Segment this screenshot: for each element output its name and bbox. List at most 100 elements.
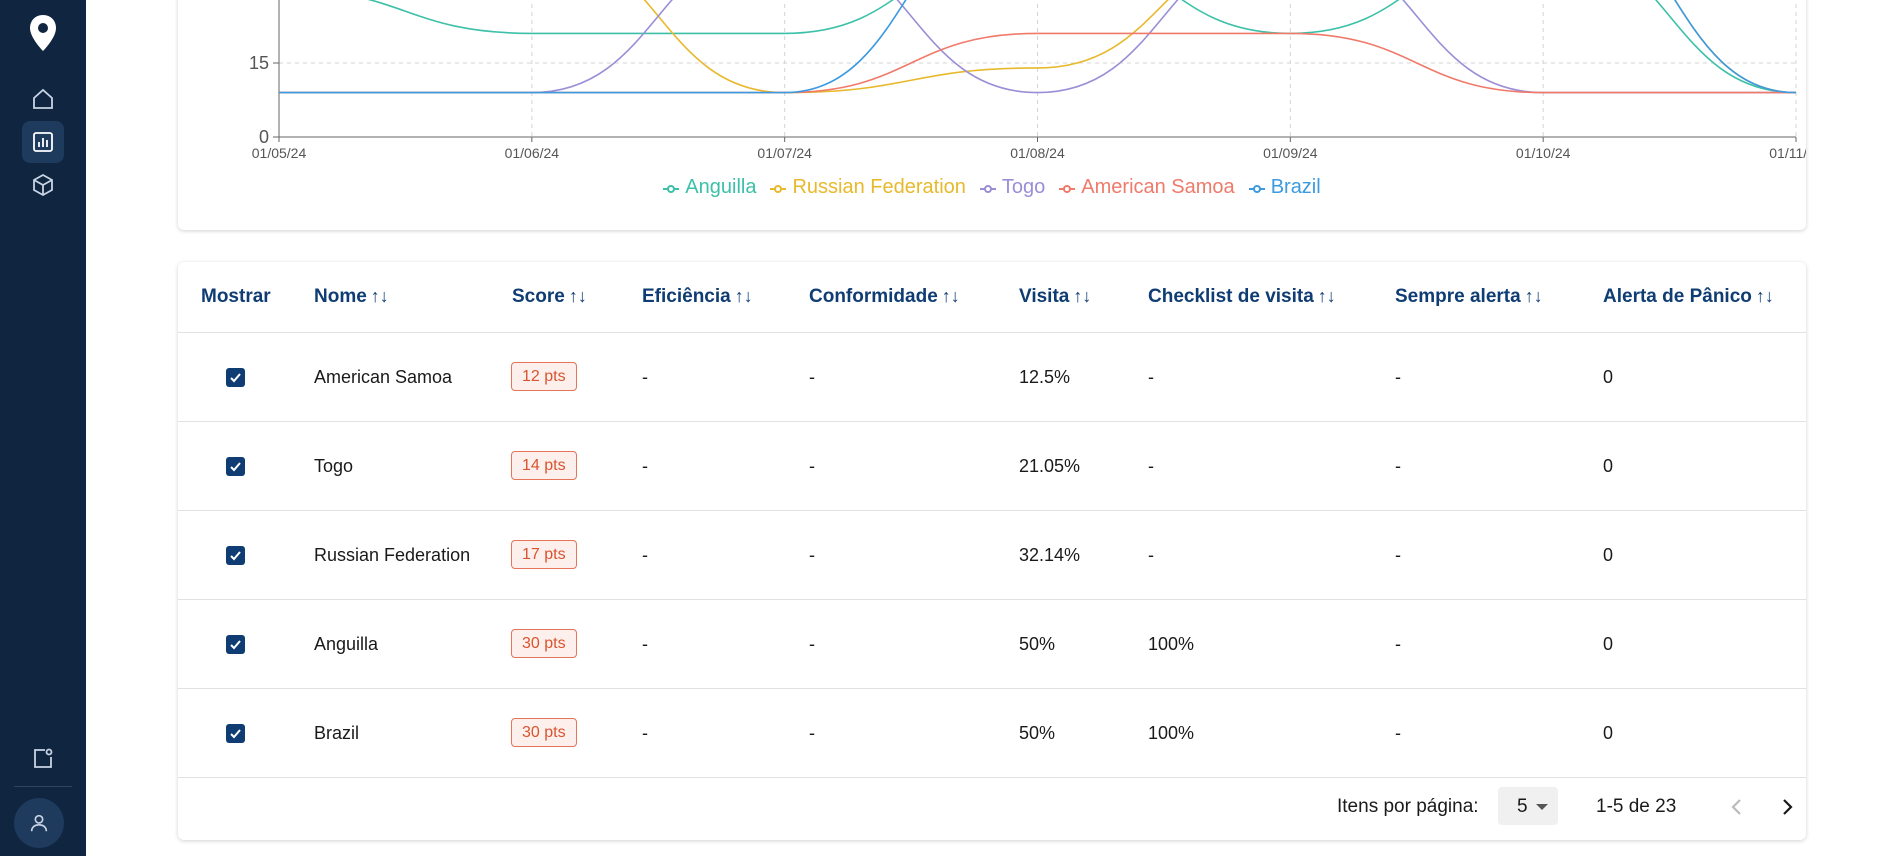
legend-item[interactable]: Anguilla	[663, 176, 756, 199]
legend-item[interactable]: Togo	[979, 176, 1046, 199]
pagination: Itens por página: 5 1-5 de 23	[178, 778, 1806, 840]
row-panic-alert: 0	[1603, 634, 1614, 654]
show-checkbox[interactable]	[226, 635, 245, 654]
row-panic-alert: 0	[1603, 723, 1614, 743]
prev-page-button[interactable]	[1722, 792, 1752, 822]
chevron-right-icon	[1783, 799, 1793, 815]
table-header: Mostrar Nome ↑↓ Score ↑↓ Eficiência ↑↓ Conf…	[178, 262, 1806, 333]
row-checklist: -	[1148, 367, 1154, 387]
row-checklist: 100%	[1148, 634, 1195, 654]
row-checklist: -	[1148, 456, 1154, 476]
legend-item[interactable]: Brazil	[1248, 176, 1321, 199]
row-always-alert: -	[1395, 545, 1401, 565]
x-tick-label: 01/09/24	[1263, 145, 1318, 161]
row-efficiency: -	[642, 723, 648, 743]
legend-marker-icon	[1059, 183, 1076, 193]
sort-icon[interactable]: ↑↓	[1073, 286, 1091, 306]
pagination-range: 1-5 de 23	[1596, 796, 1677, 817]
row-checklist: -	[1148, 545, 1154, 565]
header-checklist[interactable]: Checklist de visita ↑↓	[1148, 286, 1336, 308]
sort-icon[interactable]: ↑↓	[942, 286, 960, 306]
legend-marker-icon	[663, 183, 680, 193]
row-visit: 50%	[1019, 723, 1056, 743]
row-panic-alert: 0	[1603, 367, 1614, 387]
sort-icon[interactable]: ↑↓	[1525, 286, 1543, 306]
row-efficiency: -	[642, 456, 648, 476]
table-row: Russian Federation 17 pts - - 32.14% - -…	[178, 511, 1806, 600]
score-badge: 30 pts	[511, 629, 577, 658]
x-tick-label: 01/11/24	[1769, 145, 1806, 161]
external-window-icon[interactable]	[22, 738, 64, 780]
sort-icon[interactable]: ↑↓	[735, 286, 753, 306]
show-checkbox[interactable]	[226, 368, 245, 387]
row-visit: 32.14%	[1019, 545, 1081, 565]
score-badge: 14 pts	[511, 451, 577, 480]
row-compliance: -	[809, 723, 815, 743]
row-name: Togo	[314, 456, 354, 476]
header-show: Mostrar	[201, 286, 271, 307]
row-efficiency: -	[642, 634, 648, 654]
row-name: Brazil	[314, 723, 360, 743]
legend-marker-icon	[979, 183, 996, 193]
table-row: Togo 14 pts - - 21.05% - - 0	[178, 422, 1806, 511]
legend-marker-icon	[1248, 183, 1265, 193]
sort-icon[interactable]: ↑↓	[569, 286, 587, 306]
sort-icon[interactable]: ↑↓	[1756, 286, 1774, 306]
chart-card: 0 15 01/05/24 01/06/24 01/07/24 01/08/24 01/09…	[178, 0, 1806, 230]
table-row: American Samoa 12 pts - - 12.5% - - 0	[178, 333, 1806, 422]
next-page-button[interactable]	[1772, 792, 1802, 822]
chart-icon[interactable]	[22, 121, 64, 163]
legend-label: Russian Federation	[792, 176, 966, 198]
row-name: Russian Federation	[314, 545, 471, 565]
legend-item[interactable]: Russian Federation	[770, 176, 966, 199]
line-chart: 0 15 01/05/24 01/06/24 01/07/24 01/08/24 01/09…	[249, 0, 1806, 161]
sidebar-divider	[14, 786, 72, 787]
x-tick-label: 01/06/24	[505, 145, 560, 161]
show-checkbox[interactable]	[226, 546, 245, 565]
header-name[interactable]: Nome ↑↓	[314, 286, 389, 308]
y-tick-label: 15	[249, 53, 269, 73]
row-efficiency: -	[642, 545, 648, 565]
legend-label: Brazil	[1270, 176, 1321, 198]
items-per-page-select[interactable]: 5	[1498, 787, 1558, 825]
sort-icon[interactable]: ↑↓	[1318, 286, 1336, 306]
row-visit: 50%	[1019, 634, 1056, 654]
items-per-page-label: Itens por página:	[1337, 796, 1479, 817]
x-tick-label: 01/08/24	[1010, 145, 1065, 161]
sidebar	[0, 0, 86, 856]
legend-label: American Samoa	[1081, 176, 1235, 198]
map-pin-icon[interactable]	[22, 12, 64, 54]
chart-legend: Anguilla Russian Federation Togo American S…	[178, 176, 1806, 199]
cube-icon[interactable]	[22, 164, 64, 206]
legend-item[interactable]: American Samoa	[1059, 176, 1235, 199]
legend-label: Togo	[1001, 176, 1046, 198]
row-always-alert: -	[1395, 723, 1401, 743]
row-name: American Samoa	[314, 367, 453, 387]
row-efficiency: -	[642, 367, 648, 387]
home-icon[interactable]	[22, 78, 64, 120]
show-checkbox[interactable]	[226, 724, 245, 743]
show-checkbox[interactable]	[226, 457, 245, 476]
header-score[interactable]: Score ↑↓	[512, 286, 587, 308]
y-tick-label: 0	[259, 127, 269, 147]
row-name: Anguilla	[314, 634, 379, 654]
row-compliance: -	[809, 456, 815, 476]
score-badge: 30 pts	[511, 718, 577, 747]
table-row: Anguilla 30 pts - - 50% 100% - 0	[178, 600, 1806, 689]
results-table: Mostrar Nome ↑↓ Score ↑↓ Eficiência ↑↓ Conf…	[178, 262, 1806, 840]
chevron-left-icon	[1731, 799, 1741, 815]
header-visit[interactable]: Visita ↑↓	[1019, 286, 1091, 308]
legend-label: Anguilla	[685, 176, 757, 198]
score-badge: 17 pts	[511, 540, 577, 569]
row-compliance: -	[809, 634, 815, 654]
x-tick-label: 01/07/24	[757, 145, 812, 161]
header-efficiency[interactable]: Eficiência ↑↓	[642, 286, 753, 308]
sort-icon[interactable]: ↑↓	[371, 286, 389, 306]
score-badge: 12 pts	[511, 362, 577, 391]
header-panic-alert[interactable]: Alerta de Pânico ↑↓	[1603, 286, 1774, 308]
row-panic-alert: 0	[1603, 545, 1614, 565]
items-per-page-value: 5	[1517, 796, 1528, 817]
user-avatar[interactable]	[14, 798, 64, 848]
header-compliance[interactable]: Conformidade ↑↓	[809, 286, 960, 308]
header-always-alert[interactable]: Sempre alerta ↑↓	[1395, 286, 1543, 308]
